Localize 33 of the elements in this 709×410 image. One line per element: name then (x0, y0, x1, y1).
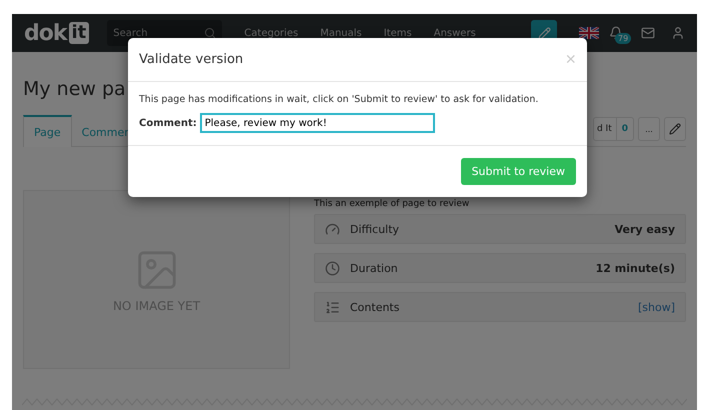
close-button[interactable]: × (565, 49, 576, 70)
nav-link[interactable]: Categories (244, 28, 298, 38)
detail-label: Contents (350, 300, 400, 314)
search-icon (204, 27, 216, 39)
nav-link[interactable]: Answers (434, 28, 476, 38)
modal-message: This page has modifications in wait, click on 'Submit to review' to ask for validation. (139, 94, 540, 105)
gauge-icon (325, 222, 340, 236)
user-icon[interactable] (671, 26, 685, 40)
nav-link[interactable]: Manuals (320, 28, 362, 38)
follow-button[interactable]: d It 0 (592, 117, 634, 141)
show-link[interactable]: [show] (638, 300, 675, 314)
intro-text: This an exemple of page to review (314, 199, 470, 209)
edit-button[interactable] (664, 117, 686, 141)
modal-title: Validate version (139, 52, 244, 67)
notification-badge: 79 (615, 33, 632, 44)
detail-value: Very easy (614, 222, 675, 236)
tab[interactable]: Page (23, 115, 72, 147)
tab[interactable]: Commer (72, 115, 139, 147)
more-button[interactable]: ... (638, 117, 660, 141)
comment-field[interactable]: Please, review my work! (200, 113, 435, 133)
page-title: My new pa (23, 77, 126, 102)
clock-icon (325, 260, 340, 276)
detail-label: Duration (350, 262, 398, 274)
logo[interactable]: dok it (24, 20, 90, 46)
comment-label: Comment: (139, 118, 197, 128)
numbered-list-icon (325, 300, 340, 314)
detail-label: Difficulty (350, 222, 400, 236)
detail-value: 12 minute(s) (596, 262, 675, 274)
flag-icon[interactable] (579, 27, 599, 39)
submit-button[interactable]: Submit to review (460, 158, 576, 185)
pencil-icon (669, 123, 681, 135)
nav-link[interactable]: Items (384, 28, 412, 38)
mail-icon[interactable] (641, 26, 655, 40)
